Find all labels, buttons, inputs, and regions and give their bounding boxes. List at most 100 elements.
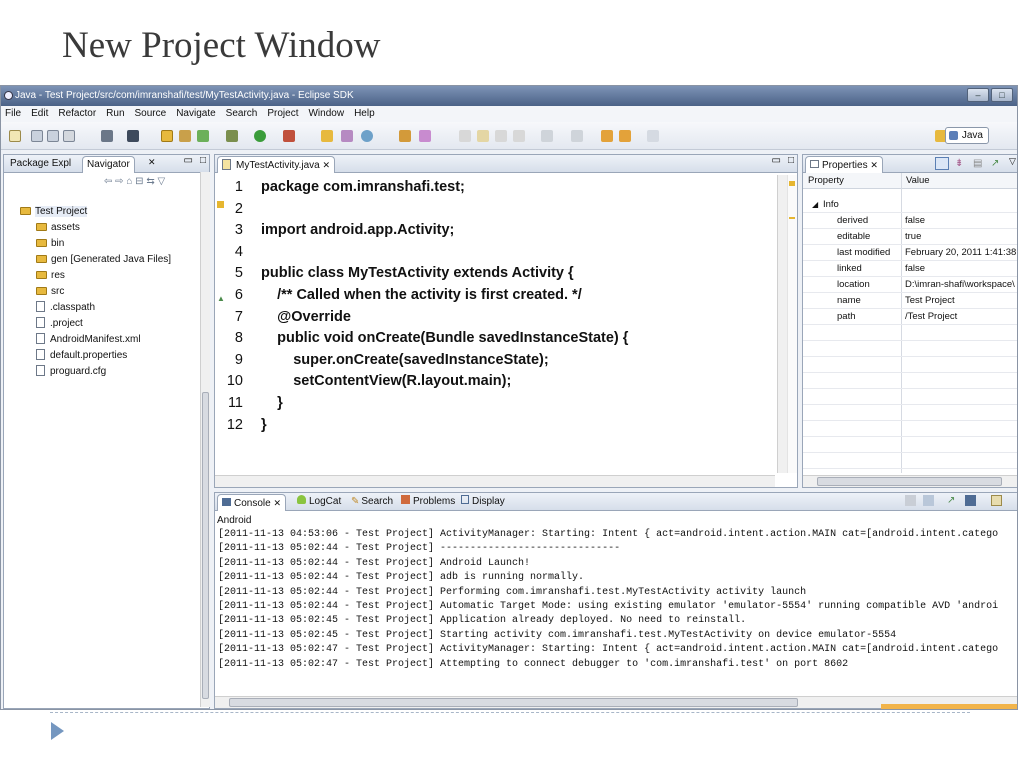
new-console-icon[interactable] xyxy=(991,495,1002,506)
new-icon[interactable] xyxy=(9,130,21,142)
code-line[interactable]: 7 @Override xyxy=(215,307,775,328)
properties-horizontal-scrollbar[interactable] xyxy=(803,475,1017,487)
save-icon[interactable] xyxy=(31,130,43,142)
property-row[interactable]: linked false xyxy=(803,261,1017,277)
menu-navigate[interactable]: Navigate xyxy=(176,106,215,122)
tree-item[interactable]: gen [Generated Java Files] xyxy=(36,253,171,267)
clear-console-icon[interactable] xyxy=(905,495,916,506)
property-row[interactable]: editable true xyxy=(803,229,1017,245)
menu-search[interactable]: Search xyxy=(226,106,258,122)
run-icon[interactable] xyxy=(254,130,266,142)
pencil-icon[interactable] xyxy=(419,130,431,142)
column-property[interactable]: Property xyxy=(808,175,844,186)
avd-manager-icon[interactable] xyxy=(127,130,139,142)
menu-window[interactable]: Window xyxy=(308,106,344,122)
search-icon[interactable] xyxy=(361,130,373,142)
tab-navigator[interactable]: Navigator xyxy=(82,156,135,173)
tab-problems[interactable]: Problems xyxy=(397,494,459,511)
console-output[interactable]: [2011-11-13 04:53:06 - Test Project] Act… xyxy=(215,528,1017,694)
tree-item[interactable]: bin xyxy=(36,237,64,251)
navigator-vertical-scrollbar[interactable] xyxy=(200,172,210,707)
menu-refactor[interactable]: Refactor xyxy=(58,106,96,122)
property-row[interactable]: derived false xyxy=(803,213,1017,229)
editor-vertical-scrollbar[interactable] xyxy=(777,175,787,473)
menu-help[interactable]: Help xyxy=(354,106,375,122)
tree-item[interactable]: res xyxy=(36,269,65,283)
code-line[interactable]: 9 super.onCreate(savedInstanceState); xyxy=(215,350,775,371)
property-row[interactable]: last modified February 20, 2011 1:41:38 A… xyxy=(803,245,1017,261)
save-all-icon[interactable] xyxy=(47,130,59,142)
property-row[interactable]: name Test Project xyxy=(803,293,1017,309)
tree-item[interactable]: .classpath xyxy=(36,301,95,315)
code-area[interactable]: 1 package com.imranshafi.test; 2 3 import an… xyxy=(215,177,775,473)
tab-logcat[interactable]: LogCat xyxy=(293,494,345,511)
scroll-thumb[interactable] xyxy=(817,477,1002,486)
editor-horizontal-scrollbar[interactable] xyxy=(215,475,775,487)
toggle-mark-icon[interactable] xyxy=(459,130,471,142)
code-line[interactable]: 4 xyxy=(215,242,775,263)
tree-item[interactable]: .project xyxy=(36,317,83,331)
tab-package-explorer[interactable]: Package Expl xyxy=(6,156,75,173)
maximize-view-icon[interactable]: □ xyxy=(200,155,206,166)
menu-edit[interactable]: Edit xyxy=(31,106,48,122)
external-tools-icon[interactable] xyxy=(283,130,295,142)
open-type-icon[interactable] xyxy=(321,130,333,142)
menu-project[interactable]: Project xyxy=(267,106,298,122)
display-console-icon[interactable] xyxy=(965,495,976,506)
scroll-thumb[interactable] xyxy=(229,698,798,707)
close-icon[interactable]: ✕ xyxy=(148,157,156,168)
code-line[interactable]: 6 /** Called when the activity is first … xyxy=(215,285,775,306)
highlight-icon[interactable] xyxy=(477,130,489,142)
back-icon[interactable] xyxy=(619,130,631,142)
code-line[interactable]: 11 } xyxy=(215,393,775,414)
overview-marker-icon[interactable] xyxy=(789,217,795,219)
minimize-view-icon[interactable]: ▭ xyxy=(772,155,781,166)
print-icon[interactable] xyxy=(63,130,75,142)
new-package-icon[interactable] xyxy=(179,130,191,142)
code-line[interactable]: 5 public class MyTestActivity extends Act… xyxy=(215,263,775,284)
menu-file[interactable]: File xyxy=(5,106,21,122)
android-sdk-icon[interactable] xyxy=(101,130,113,142)
tree-item[interactable]: assets xyxy=(36,221,80,235)
menu-run[interactable]: Run xyxy=(106,106,124,122)
menu-source[interactable]: Source xyxy=(135,106,167,122)
debug-icon[interactable] xyxy=(226,130,238,142)
code-line[interactable]: 12} xyxy=(215,415,775,436)
pin-icon[interactable]: ↗ xyxy=(991,158,999,169)
property-group-info[interactable]: ◢ Info xyxy=(803,197,1017,213)
last-edit-icon[interactable] xyxy=(601,130,613,142)
categories-icon[interactable] xyxy=(935,157,949,170)
tab-properties[interactable]: Properties ✕ xyxy=(805,156,883,173)
open-task-icon[interactable] xyxy=(341,130,353,142)
tab-console[interactable]: Console ✕ xyxy=(217,494,287,511)
block-select-icon[interactable] xyxy=(513,130,525,142)
show-whitespace-icon[interactable] xyxy=(495,130,507,142)
minimize-view-icon[interactable]: ▭ xyxy=(184,155,193,166)
tab-display[interactable]: Display xyxy=(457,494,509,511)
close-icon[interactable]: ✕ xyxy=(870,160,878,170)
forward-icon[interactable] xyxy=(647,130,659,142)
tree-item[interactable]: default.properties xyxy=(36,349,127,363)
expand-arrow-icon[interactable]: ◢ xyxy=(812,197,818,213)
pin-console-icon[interactable]: ↗ xyxy=(947,495,955,506)
filter-icon[interactable]: ⇟ xyxy=(955,158,963,169)
maximize-icon[interactable]: □ xyxy=(991,88,1013,102)
maximize-view-icon[interactable]: □ xyxy=(788,155,794,166)
scroll-lock-icon[interactable] xyxy=(923,495,934,506)
code-line[interactable]: 8 public void onCreate(Bundle savedInsta… xyxy=(215,328,775,349)
close-icon[interactable]: ✕ xyxy=(273,498,281,508)
previous-annotation-icon[interactable] xyxy=(571,130,583,142)
code-line[interactable]: 2 xyxy=(215,199,775,220)
property-row[interactable]: location D:\imran-shafi\workspace\ xyxy=(803,277,1017,293)
tab-editor-file[interactable]: MyTestActivity.java ✕ xyxy=(217,156,336,173)
restore-default-icon[interactable]: ▤ xyxy=(973,158,982,169)
tree-item[interactable]: src xyxy=(36,285,64,299)
java-perspective-button[interactable]: Java xyxy=(944,127,989,144)
property-row[interactable]: path/Test Project xyxy=(803,309,1017,325)
code-line[interactable]: 10 setContentView(R.layout.main); xyxy=(215,371,775,392)
scroll-thumb[interactable] xyxy=(202,392,209,699)
tree-item[interactable]: AndroidManifest.xml xyxy=(36,333,141,347)
tree-item[interactable]: Test Project xyxy=(20,205,88,219)
new-java-project-icon[interactable] xyxy=(161,130,173,142)
close-icon[interactable]: ✕ xyxy=(323,160,331,170)
